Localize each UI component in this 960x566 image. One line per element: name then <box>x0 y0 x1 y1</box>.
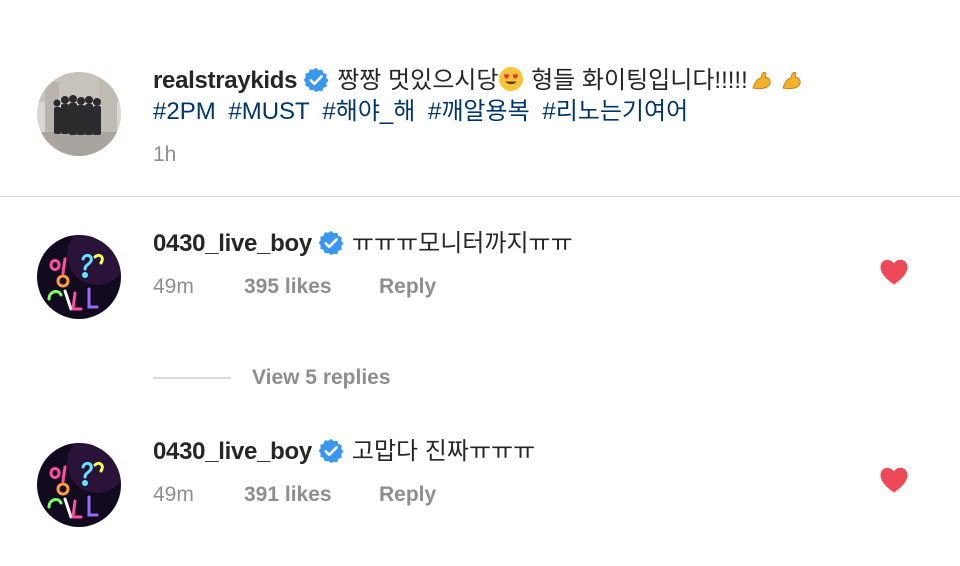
comment-line: 0430_live_boy ㅠㅠㅠ모니터까지ㅠㅠ <box>153 229 573 259</box>
divider <box>0 196 960 197</box>
caption-text-continued: 형들 화이팅입니다!!!!! <box>524 67 748 94</box>
reply-button[interactable]: Reply <box>379 483 436 507</box>
post-username[interactable]: realstraykids <box>153 67 298 94</box>
comment-timestamp: 49m <box>153 275 194 298</box>
post-caption: realstraykids 짱짱 멋있으시당 형들 화이팅입니다!!!!! #2… <box>0 0 960 196</box>
hashtag-line: #2PM #MUST #해야_해 #깨알용복 #리노는기여어 <box>153 97 694 127</box>
comment-avatar[interactable] <box>37 443 121 527</box>
post-timestamp: 1h <box>153 143 177 166</box>
verified-badge-icon <box>303 67 329 93</box>
heart-icon[interactable] <box>879 258 909 286</box>
muscle-emoji-icon <box>780 68 804 100</box>
hashtag-link[interactable]: #MUST <box>228 98 309 125</box>
comment-timestamp: 49m <box>153 483 194 506</box>
comment-line: 0430_live_boy 고맙다 진짜ㅠㅠㅠ <box>153 437 535 467</box>
caption-line: realstraykids 짱짱 멋있으시당 형들 화이팅입니다!!!!! <box>153 66 804 100</box>
post-avatar[interactable] <box>37 72 121 156</box>
muscle-emoji-icon <box>750 68 774 100</box>
heart-icon[interactable] <box>879 466 909 494</box>
hashtag-link[interactable]: #깨알용복 <box>428 98 530 125</box>
comment-username[interactable]: 0430_live_boy <box>153 230 312 257</box>
comment-avatar[interactable] <box>37 235 121 319</box>
hashtag-link[interactable]: #2PM <box>153 98 216 125</box>
verified-badge-icon <box>318 230 344 256</box>
comment-likes[interactable]: 391 likes <box>244 483 332 507</box>
caption-text: 짱짱 멋있으시당 <box>337 67 499 94</box>
view-replies-button[interactable]: View 5 replies <box>153 365 391 391</box>
view-replies-label: View 5 replies <box>252 366 391 389</box>
comment-text: 고맙다 진짜ㅠㅠㅠ <box>351 438 536 465</box>
heart-eyes-emoji-icon <box>498 66 524 100</box>
replies-divider-line <box>153 377 231 379</box>
comment-likes[interactable]: 395 likes <box>244 275 332 299</box>
reply-button[interactable]: Reply <box>379 275 436 299</box>
hashtag-link[interactable]: #리노는기여어 <box>542 98 688 125</box>
hashtag-link[interactable]: #해야_해 <box>322 98 415 125</box>
comment-username[interactable]: 0430_live_boy <box>153 438 312 465</box>
verified-badge-icon <box>318 438 344 464</box>
comment-text: ㅠㅠㅠ모니터까지ㅠㅠ <box>351 230 573 257</box>
